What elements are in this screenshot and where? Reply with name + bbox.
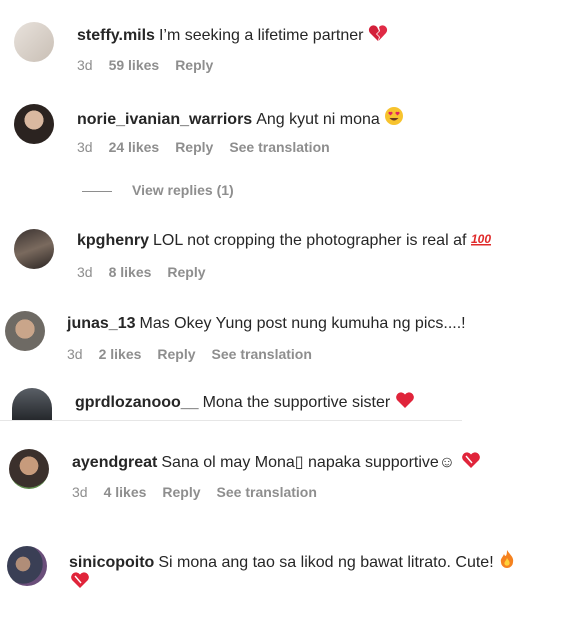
comment-text: LOL not cropping the photographer is rea… <box>153 232 467 249</box>
reply-button[interactable]: Reply <box>175 139 213 155</box>
heart-exclamation-icon <box>71 572 89 588</box>
likes-count[interactable]: 59 likes <box>109 57 160 73</box>
fire-icon <box>500 550 514 568</box>
username[interactable]: sinicopoito <box>69 554 154 571</box>
username[interactable]: ayendgreat <box>72 454 157 471</box>
avatar[interactable] <box>7 546 47 586</box>
comment-text: Sana ol may Mona▯ napaka supportive☺ <box>161 454 456 471</box>
username[interactable]: steffy.mils <box>77 27 155 44</box>
divider <box>0 420 462 421</box>
avatar[interactable] <box>14 22 54 62</box>
likes-count[interactable]: 2 likes <box>99 346 142 362</box>
reply-button[interactable]: Reply <box>157 346 195 362</box>
username[interactable]: gprdlozanooo__ <box>75 394 199 411</box>
username[interactable]: norie_ivanian_warriors <box>77 111 252 128</box>
avatar[interactable] <box>14 104 54 144</box>
username[interactable]: junas_13 <box>67 315 135 332</box>
avatar[interactable] <box>5 311 45 351</box>
see-translation-button[interactable]: See translation <box>212 346 312 362</box>
reply-button[interactable]: Reply <box>167 264 205 280</box>
timestamp: 3d <box>67 346 83 362</box>
reply-button[interactable]: Reply <box>162 484 200 500</box>
likes-count[interactable]: 4 likes <box>104 484 147 500</box>
divider <box>82 190 112 192</box>
broken-heart-icon <box>368 25 388 41</box>
timestamp: 3d <box>72 484 88 500</box>
avatar[interactable] <box>14 229 54 269</box>
avatar[interactable] <box>12 388 52 420</box>
comment-text: Mona the supportive sister <box>202 394 391 411</box>
svg-text:100: 100 <box>471 232 491 246</box>
heart-eyes-icon <box>385 107 404 125</box>
view-replies-button[interactable]: View replies (1) <box>82 182 234 198</box>
hundred-points-icon: 100 <box>470 232 491 246</box>
avatar[interactable] <box>9 449 49 489</box>
comment-text: Ang kyut ni mona <box>256 111 380 128</box>
timestamp: 3d <box>77 139 93 155</box>
comment-text: I’m seeking a lifetime partner <box>158 27 364 44</box>
see-translation-button[interactable]: See translation <box>217 484 317 500</box>
see-translation-button[interactable]: See translation <box>229 139 329 155</box>
likes-count[interactable]: 8 likes <box>109 264 152 280</box>
timestamp: 3d <box>77 57 93 73</box>
heart-exclamation-icon <box>461 452 480 468</box>
red-heart-icon <box>395 392 414 408</box>
timestamp: 3d <box>77 264 93 280</box>
comment-text: Mas Okey Yung post nung kumuha ng pics..… <box>139 315 466 332</box>
comment-text: Si mona ang tao sa likod ng bawat litrat… <box>158 554 494 571</box>
likes-count[interactable]: 24 likes <box>109 139 160 155</box>
reply-button[interactable]: Reply <box>175 57 213 73</box>
username[interactable]: kpghenry <box>77 232 149 249</box>
